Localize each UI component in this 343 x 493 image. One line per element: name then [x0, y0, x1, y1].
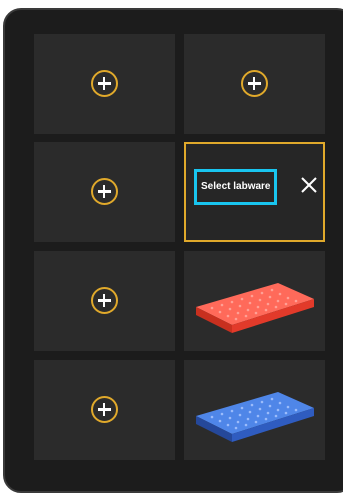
well-plate-icon: [196, 283, 314, 333]
plus-circle-icon[interactable]: [90, 70, 118, 97]
well-plate-icon: [196, 392, 314, 442]
select-labware-button[interactable]: Select labware: [194, 169, 278, 205]
deck-slot-1[interactable]: [34, 34, 175, 134]
plus-circle-icon[interactable]: [240, 70, 268, 97]
plus-circle-icon[interactable]: [90, 396, 118, 423]
deck-slot-7[interactable]: [34, 360, 175, 460]
deck-panel: Select labware: [3, 8, 343, 493]
plus-circle-icon[interactable]: [90, 178, 118, 205]
deck-slot-6[interactable]: [184, 251, 325, 351]
deck-slot-8[interactable]: [184, 360, 325, 460]
deck-slot-2[interactable]: [184, 34, 325, 134]
deck-slot-5[interactable]: [34, 251, 175, 351]
plus-circle-icon[interactable]: [90, 287, 118, 314]
deck-slot-4-selected[interactable]: Select labware: [184, 142, 325, 242]
deck-slot-3[interactable]: [34, 142, 175, 242]
close-icon[interactable]: [299, 175, 319, 195]
